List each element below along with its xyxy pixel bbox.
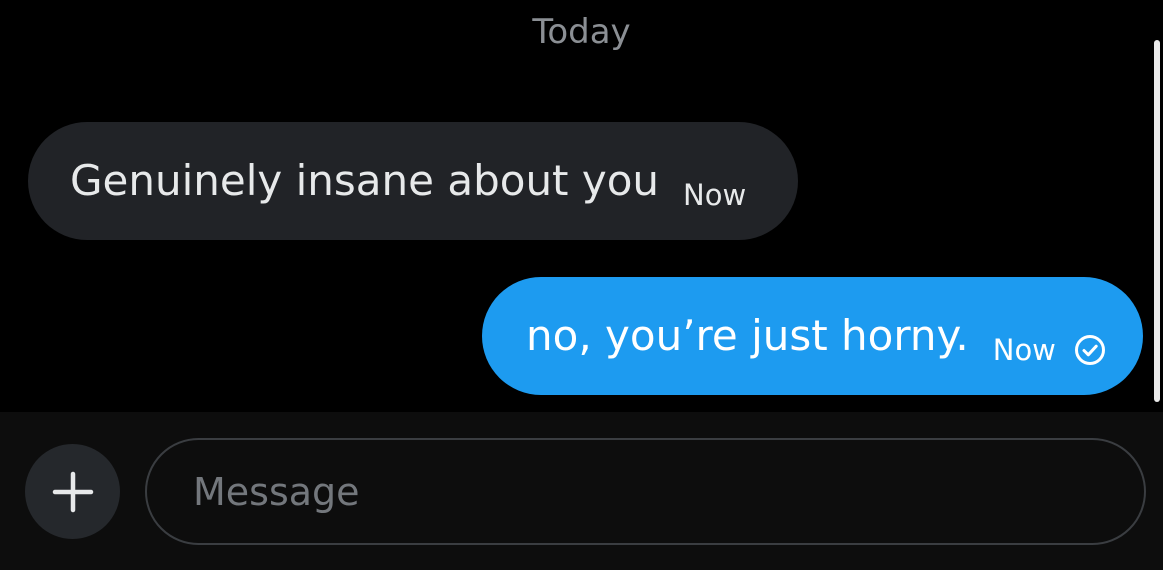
- message-text: no, you’re just horny.: [526, 311, 969, 360]
- message-timestamp: Now: [683, 178, 747, 212]
- plus-icon: [52, 471, 93, 512]
- sent-message-bubble[interactable]: no, you’re just horny. Now: [482, 277, 1143, 395]
- dm-screen: Today Genuinely insane about you Now no,…: [0, 0, 1163, 570]
- check-circle-icon: [1074, 334, 1106, 366]
- message-timestamp: Now: [992, 333, 1056, 367]
- conversation-area[interactable]: Today Genuinely insane about you Now no,…: [0, 0, 1163, 412]
- composer-bar: [0, 412, 1163, 570]
- scrollbar[interactable]: [1154, 40, 1160, 402]
- received-message-bubble[interactable]: Genuinely insane about you Now: [28, 122, 798, 240]
- message-text: Genuinely insane about you: [70, 156, 660, 205]
- date-separator: Today: [532, 12, 631, 52]
- add-media-button[interactable]: [25, 444, 120, 539]
- message-input[interactable]: [145, 438, 1146, 545]
